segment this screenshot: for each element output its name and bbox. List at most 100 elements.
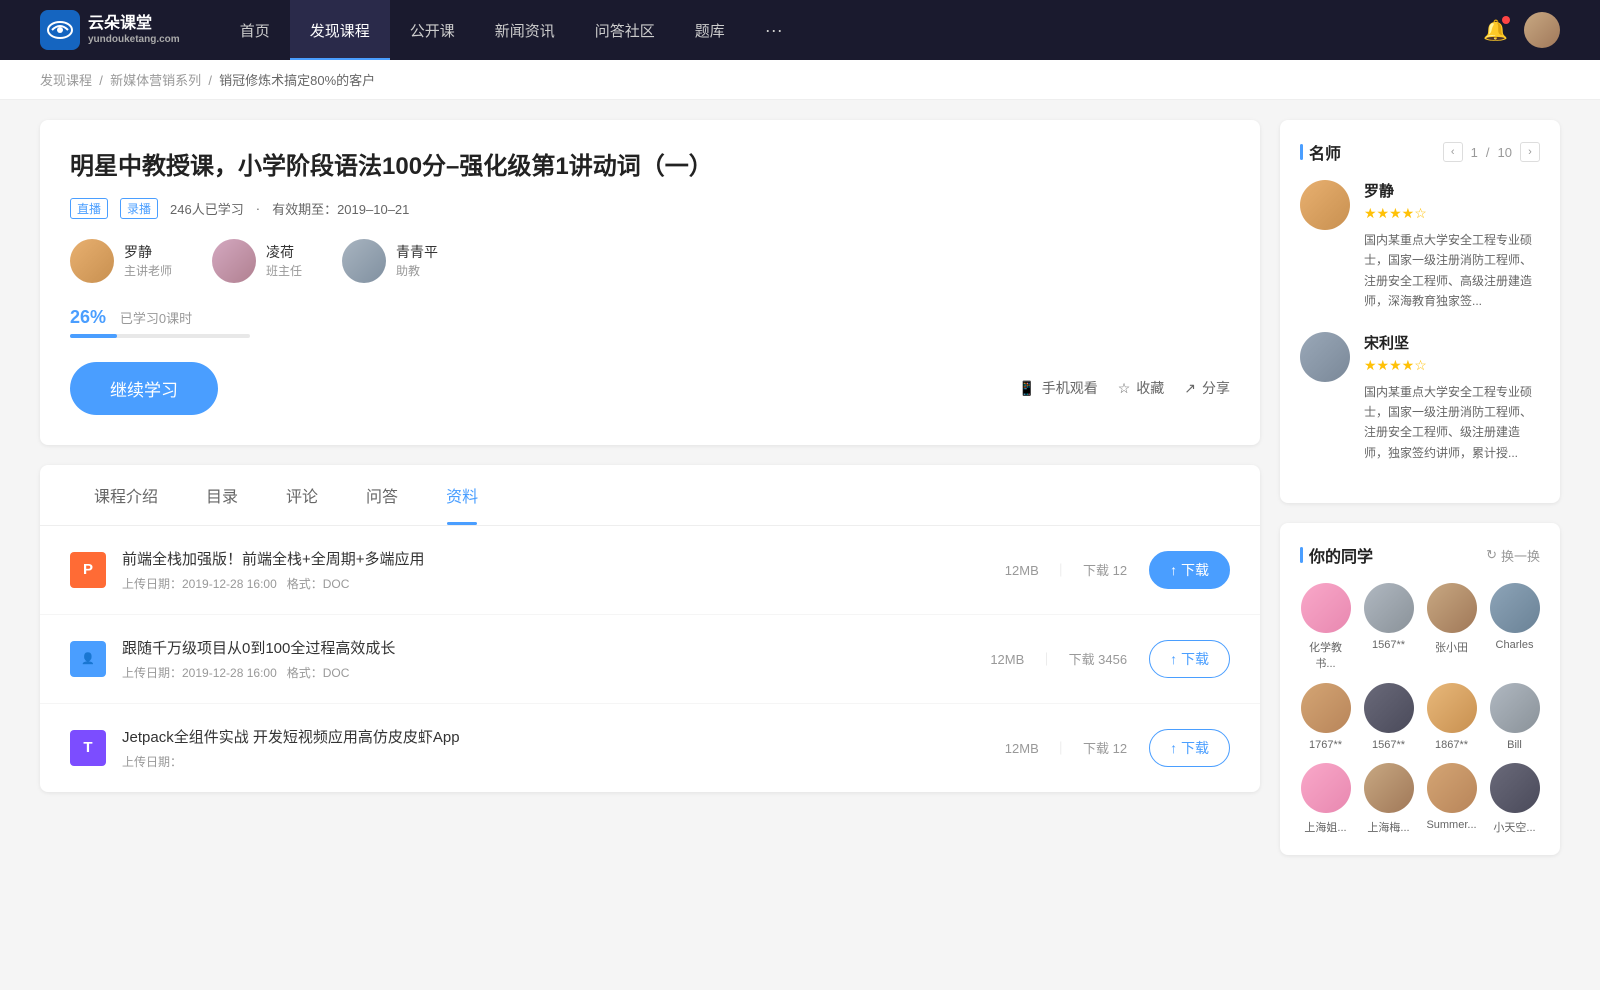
classmate-item-11[interactable]: 小天空... (1489, 763, 1540, 835)
classmate-item-9[interactable]: 上海梅... (1363, 763, 1414, 835)
nav-item-more[interactable]: ··· (745, 0, 803, 60)
tab-intro[interactable]: 课程介绍 (70, 465, 182, 525)
teacher-1-name: 凌荷 (266, 242, 302, 262)
classmate-item-8[interactable]: 上海姐... (1300, 763, 1351, 835)
resource-info-2: Jetpack全组件实战 开发短视频应用高仿皮皮虾App 上传日期： (122, 726, 983, 770)
nav-right: 🔔 (1483, 12, 1560, 48)
collect-button[interactable]: ☆ 收藏 (1118, 378, 1165, 398)
teachers-total: 10 (1498, 145, 1512, 160)
classmates-title: 你的同学 (1300, 543, 1373, 567)
logo-text: 云朵课堂 yundouketang.com (88, 14, 180, 45)
nav-item-exam[interactable]: 题库 (675, 0, 745, 60)
mobile-watch-button[interactable]: 📱 手机观看 (1018, 378, 1097, 398)
teachers-card-nav: ‹ 1 / 10 › (1443, 142, 1540, 162)
share-button[interactable]: ↗ 分享 (1184, 378, 1230, 398)
classmate-item-7[interactable]: Bill (1489, 683, 1540, 751)
right-panel: 名师 ‹ 1 / 10 › 罗静 ★★★★☆ 国内某重点大学安全工程专业硕士，国… (1280, 120, 1560, 855)
classmate-item-5[interactable]: 1567** (1363, 683, 1414, 751)
bell-button[interactable]: 🔔 (1483, 18, 1508, 43)
refresh-icon: ↻ (1486, 547, 1497, 563)
tab-resources[interactable]: 资料 (422, 465, 502, 525)
nav-items: 首页 发现课程 公开课 新闻资讯 问答社区 题库 ··· (220, 0, 1483, 60)
resource-icon-2: T (70, 730, 106, 766)
progress-label: 已学习0课时 (120, 311, 192, 326)
resource-item-2: T Jetpack全组件实战 开发短视频应用高仿皮皮虾App 上传日期： 12M… (40, 704, 1260, 792)
classmate-item-4[interactable]: 1767** (1300, 683, 1351, 751)
teacher-panel-stars-1: ★★★★☆ (1364, 357, 1540, 374)
course-meta: 直播 录播 246人已学习 · 有效期至：2019–10–21 (70, 198, 1230, 219)
teacher-0-role: 主讲老师 (124, 262, 172, 279)
expire-date: 有效期至：2019–10–21 (272, 199, 409, 218)
teacher-2-avatar (342, 239, 386, 283)
download-button-1[interactable]: ↑ 下载 (1149, 640, 1230, 678)
classmate-item-1[interactable]: 1567** (1363, 583, 1414, 671)
tabs-content: P 前端全栈加强版！前端全栈+全周期+多端应用 上传日期：2019-12-28 … (40, 526, 1260, 792)
teachers-prev-button[interactable]: ‹ (1443, 142, 1463, 162)
badge-live: 直播 (70, 198, 108, 219)
teachers-card-title: 名师 (1300, 140, 1341, 164)
logo[interactable]: 云朵课堂 yundouketang.com (40, 10, 180, 50)
classmate-name-8: 上海姐... (1304, 819, 1346, 835)
main-container: 明星中教授课，小学阶段语法100分–强化级第1讲动词（一） 直播 录播 246人… (0, 100, 1600, 875)
download-button-0[interactable]: ↑ 下载 (1149, 551, 1230, 589)
classmate-name-2: 张小田 (1435, 639, 1468, 655)
refresh-label: 换一换 (1501, 546, 1540, 565)
teacher-0-info: 罗静 主讲老师 (124, 242, 172, 279)
teacher-panel-stars-0: ★★★★☆ (1364, 205, 1540, 222)
star-icon: ☆ (1118, 380, 1131, 397)
classmate-item-0[interactable]: 化学教书... (1300, 583, 1351, 671)
classmate-item-10[interactable]: Summer... (1426, 763, 1477, 835)
teachers-card: 名师 ‹ 1 / 10 › 罗静 ★★★★☆ 国内某重点大学安全工程专业硕士，国… (1280, 120, 1560, 503)
nav-item-home[interactable]: 首页 (220, 0, 290, 60)
teacher-2: 青青平 助教 (342, 239, 438, 283)
teacher-2-info: 青青平 助教 (396, 242, 438, 279)
tab-qa[interactable]: 问答 (342, 465, 422, 525)
teacher-0: 罗静 主讲老师 (70, 239, 172, 283)
resource-title-0: 前端全栈加强版！前端全栈+全周期+多端应用 (122, 548, 983, 569)
teacher-1-role: 班主任 (266, 262, 302, 279)
breadcrumb-link-discover[interactable]: 发现课程 (40, 73, 92, 88)
teacher-1-info: 凌荷 班主任 (266, 242, 302, 279)
continue-button[interactable]: 继续学习 (70, 362, 218, 415)
classmate-name-7: Bill (1507, 739, 1522, 751)
classmate-avatar-1 (1364, 583, 1414, 633)
classmate-item-6[interactable]: 1867** (1426, 683, 1477, 751)
nav-item-opencourse[interactable]: 公开课 (390, 0, 475, 60)
teachers-list: 罗静 主讲老师 凌荷 班主任 青青平 助教 (70, 239, 1230, 283)
user-avatar[interactable] (1524, 12, 1560, 48)
resource-title-2: Jetpack全组件实战 开发短视频应用高仿皮皮虾App (122, 726, 983, 747)
progress-bar-fill (70, 334, 117, 338)
teacher-panel-desc-0: 国内某重点大学安全工程专业硕士，国家一级注册消防工程师、注册安全工程师、高级注册… (1364, 230, 1540, 312)
nav-item-news[interactable]: 新闻资讯 (475, 0, 575, 60)
nav-item-discover[interactable]: 发现课程 (290, 0, 390, 60)
classmate-name-10: Summer... (1426, 819, 1476, 831)
breadcrumb-link-series[interactable]: 新媒体营销系列 (110, 73, 201, 88)
mobile-icon: 📱 (1018, 380, 1035, 397)
resource-item-0: P 前端全栈加强版！前端全栈+全周期+多端应用 上传日期：2019-12-28 … (40, 526, 1260, 615)
classmates-header: 你的同学 ↻ 换一换 (1300, 543, 1540, 567)
classmate-avatar-3 (1490, 583, 1540, 633)
teacher-panel-name-0: 罗静 (1364, 180, 1540, 201)
classmate-avatar-10 (1427, 763, 1477, 813)
teacher-panel-details-0: 罗静 ★★★★☆ 国内某重点大学安全工程专业硕士，国家一级注册消防工程师、注册安… (1364, 180, 1540, 312)
refresh-button[interactable]: ↻ 换一换 (1486, 546, 1540, 565)
classmate-name-6: 1867** (1435, 739, 1468, 751)
classmate-avatar-0 (1301, 583, 1351, 633)
resource-info-0: 前端全栈加强版！前端全栈+全周期+多端应用 上传日期：2019-12-28 16… (122, 548, 983, 592)
breadcrumb: 发现课程 / 新媒体营销系列 / 销冠修炼术搞定80%的客户 (0, 60, 1600, 100)
teachers-page: 1 (1471, 145, 1478, 160)
classmates-card: 你的同学 ↻ 换一换 化学教书... 1567** 张小田 Charles 17… (1280, 523, 1560, 855)
tab-catalog[interactable]: 目录 (182, 465, 262, 525)
resource-icon-0: P (70, 552, 106, 588)
download-button-2[interactable]: ↑ 下载 (1149, 729, 1230, 767)
breadcrumb-current: 销冠修炼术搞定80%的客户 (219, 73, 375, 88)
classmate-avatar-9 (1364, 763, 1414, 813)
teachers-next-button[interactable]: › (1520, 142, 1540, 162)
classmate-item-3[interactable]: Charles (1489, 583, 1540, 671)
tab-review[interactable]: 评论 (262, 465, 342, 525)
classmate-item-2[interactable]: 张小田 (1426, 583, 1477, 671)
course-title: 明星中教授课，小学阶段语法100分–强化级第1讲动词（一） (70, 150, 1230, 184)
nav-item-qa[interactable]: 问答社区 (575, 0, 675, 60)
progress-bar-bg (70, 334, 250, 338)
teacher-panel-avatar-0 (1300, 180, 1350, 230)
